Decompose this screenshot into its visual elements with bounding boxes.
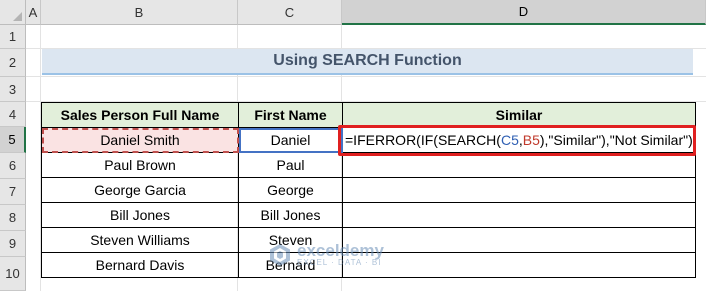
exceldemy-logo-icon (270, 243, 290, 266)
row-header-8[interactable]: 8 (0, 205, 26, 231)
formula-highlight-box (338, 125, 696, 156)
cell-d7[interactable] (342, 177, 696, 203)
column-header-d[interactable]: D (342, 0, 706, 25)
cell-d10[interactable] (342, 252, 696, 278)
cell-b7[interactable]: George Garcia (41, 177, 239, 203)
select-all-corner[interactable] (0, 0, 26, 25)
watermark-main: exceldemy (297, 241, 384, 260)
cell-c7[interactable]: George (238, 177, 343, 203)
cell-d9[interactable] (342, 227, 696, 253)
cell-d8[interactable] (342, 202, 696, 228)
row-header-5[interactable]: 5 (0, 127, 26, 153)
cell-b6[interactable]: Paul Brown (41, 152, 239, 178)
watermark-sub: EXCEL · DATA · BI (297, 258, 382, 267)
cell-b10[interactable]: Bernard Davis (41, 252, 239, 278)
header-full-name[interactable]: Sales Person Full Name (41, 102, 239, 128)
row-header-4[interactable]: 4 (0, 102, 26, 127)
row-header-3[interactable]: 3 (0, 77, 26, 102)
row-header-1[interactable]: 1 (0, 25, 26, 49)
sheet-title[interactable]: Using SEARCH Function (42, 49, 693, 75)
cell-b8[interactable]: Bill Jones (41, 202, 239, 228)
spreadsheet: A B C D 1 2 3 4 5 6 7 8 9 10 Using SEARC… (0, 0, 706, 291)
gridline (26, 76, 706, 77)
cell-d6[interactable] (342, 152, 696, 178)
cell-c6[interactable]: Paul (238, 152, 343, 178)
column-header-a[interactable]: A (26, 0, 41, 25)
header-similar[interactable]: Similar (342, 102, 696, 128)
column-header-b[interactable]: B (41, 0, 238, 25)
row-header-9[interactable]: 9 (0, 231, 26, 257)
row-header-2[interactable]: 2 (0, 49, 26, 77)
cell-b9[interactable]: Steven Williams (41, 227, 239, 253)
row-header-6[interactable]: 6 (0, 153, 26, 179)
row-header-10[interactable]: 10 (0, 257, 26, 291)
cell-c8[interactable]: Bill Jones (238, 202, 343, 228)
header-first-name[interactable]: First Name (238, 102, 343, 128)
table-row: Paul Brown Paul (41, 152, 696, 178)
row-header-7[interactable]: 7 (0, 179, 26, 205)
column-header-c[interactable]: C (238, 0, 342, 25)
table-row: Bill Jones Bill Jones (41, 202, 696, 228)
watermark-text: exceldemy EXCEL · DATA · BI (297, 242, 384, 267)
watermark: exceldemy EXCEL · DATA · BI (268, 242, 384, 267)
cell-c5[interactable]: Daniel (238, 127, 343, 153)
table-header-row: Sales Person Full Name First Name Simila… (41, 102, 696, 128)
cell-b5[interactable]: Daniel Smith (41, 127, 239, 153)
table-row: George Garcia George (41, 177, 696, 203)
